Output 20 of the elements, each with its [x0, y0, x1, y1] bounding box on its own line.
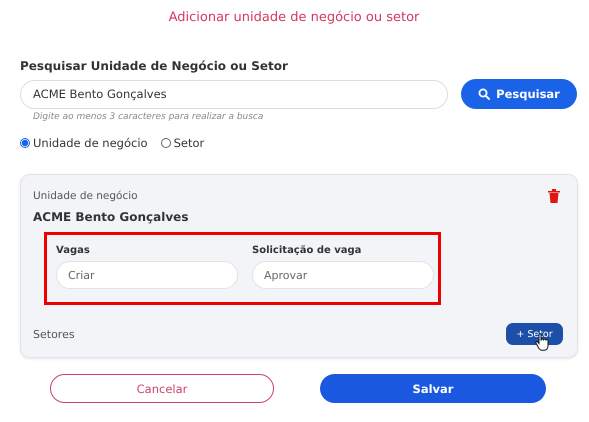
- field-label: Vagas: [56, 245, 91, 256]
- field-label: Solicitação de vaga: [252, 245, 362, 256]
- unit-name: ACME Bento Gonçalves: [33, 210, 190, 224]
- dialog-title: Adicionar unidade de negócio ou setor: [168, 10, 420, 25]
- trash-icon[interactable]: [547, 188, 561, 204]
- radio-option[interactable]: Unidade de negócio: [20, 136, 148, 150]
- search-label: Pesquisar Unidade de Negócio ou Setor: [20, 59, 289, 73]
- search-field[interactable]: ACME Bento Gonçalves: [20, 80, 448, 108]
- permission-field[interactable]: Aprovar: [252, 261, 434, 289]
- save-button[interactable]: Salvar: [320, 374, 546, 403]
- radio-option[interactable]: Setor: [160, 136, 204, 150]
- sectors-label: Setores: [33, 328, 75, 340]
- search-icon: [478, 88, 490, 100]
- permission-field[interactable]: Criar: [56, 261, 238, 289]
- radio-icon[interactable]: [20, 138, 30, 148]
- cancel-button[interactable]: Cancelar: [50, 374, 274, 403]
- search-hint: Digite ao menos 3 caracteres para realizar a busca: [33, 112, 264, 122]
- radio-icon[interactable]: [160, 138, 171, 148]
- card-caption: Unidade de negócio: [33, 190, 138, 202]
- search-button[interactable]: Pesquisar: [461, 79, 577, 109]
